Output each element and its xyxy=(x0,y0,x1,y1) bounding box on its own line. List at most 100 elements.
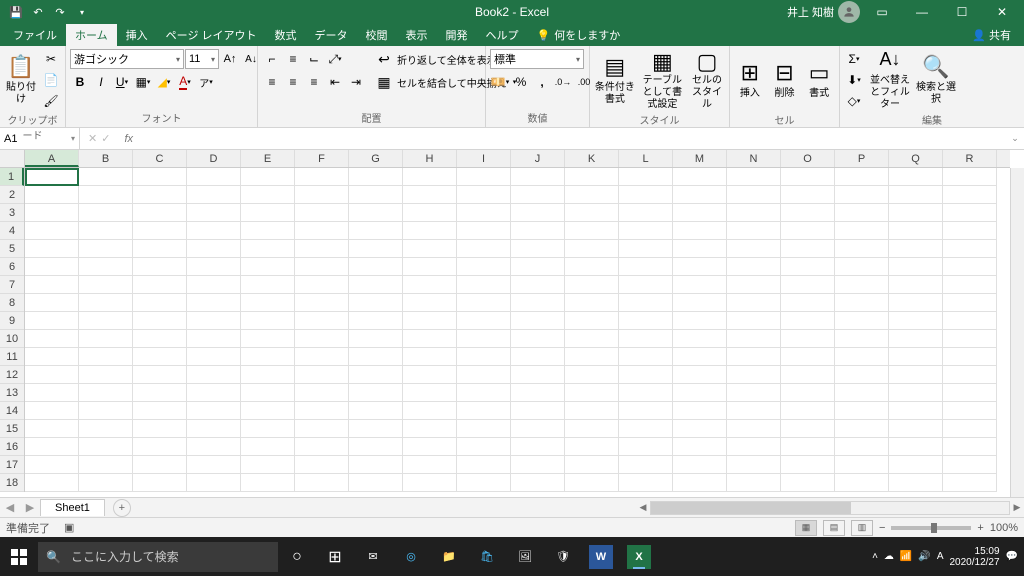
macro-record-icon[interactable]: ▣ xyxy=(64,521,74,534)
cell[interactable] xyxy=(943,456,997,474)
cell[interactable] xyxy=(943,402,997,420)
cell[interactable] xyxy=(403,222,457,240)
cell[interactable] xyxy=(79,240,133,258)
border-icon[interactable]: ▦▾ xyxy=(133,72,153,92)
cell[interactable] xyxy=(673,258,727,276)
cell[interactable] xyxy=(187,276,241,294)
cell[interactable] xyxy=(727,240,781,258)
cell[interactable] xyxy=(457,420,511,438)
tab-tellme[interactable]: 💡何をしますか xyxy=(528,24,630,46)
cell[interactable] xyxy=(943,240,997,258)
format-painter-icon[interactable]: 🖌 xyxy=(41,91,61,111)
copy-icon[interactable]: 📄 xyxy=(41,70,61,90)
undo-icon[interactable]: ↶ xyxy=(28,2,48,22)
cell[interactable] xyxy=(565,420,619,438)
cell[interactable] xyxy=(241,438,295,456)
cell[interactable] xyxy=(295,348,349,366)
row-header[interactable]: 4 xyxy=(0,222,24,240)
cell[interactable] xyxy=(943,366,997,384)
increase-decimal-icon[interactable]: .0→ xyxy=(553,72,573,92)
cell[interactable] xyxy=(241,240,295,258)
cell[interactable] xyxy=(25,204,79,222)
cell[interactable] xyxy=(727,294,781,312)
cell[interactable] xyxy=(349,222,403,240)
cell[interactable] xyxy=(25,240,79,258)
cell[interactable] xyxy=(187,294,241,312)
cell[interactable] xyxy=(619,276,673,294)
cell[interactable] xyxy=(943,168,997,186)
tray-wifi-icon[interactable]: 📶 xyxy=(900,551,912,562)
cell[interactable] xyxy=(889,222,943,240)
row-header[interactable]: 16 xyxy=(0,438,24,456)
cell[interactable] xyxy=(565,348,619,366)
cell[interactable] xyxy=(565,312,619,330)
cell[interactable] xyxy=(295,204,349,222)
cell[interactable] xyxy=(673,456,727,474)
cell[interactable] xyxy=(25,456,79,474)
cell[interactable] xyxy=(511,276,565,294)
find-select-button[interactable]: 🔍検索と選択 xyxy=(916,49,956,111)
cell[interactable] xyxy=(943,276,997,294)
cell[interactable] xyxy=(511,222,565,240)
cell[interactable] xyxy=(79,348,133,366)
cell[interactable] xyxy=(835,204,889,222)
cell[interactable] xyxy=(457,222,511,240)
cell[interactable] xyxy=(457,456,511,474)
cell[interactable] xyxy=(79,402,133,420)
column-header[interactable]: L xyxy=(619,150,673,167)
tray-volume-icon[interactable]: 🔊 xyxy=(918,551,930,562)
clock[interactable]: 15:092020/12/27 xyxy=(949,546,999,568)
cell[interactable] xyxy=(781,312,835,330)
delete-cells-button[interactable]: ⊟削除 xyxy=(769,49,801,111)
cell[interactable] xyxy=(349,438,403,456)
cell[interactable] xyxy=(241,384,295,402)
cell[interactable] xyxy=(889,258,943,276)
cell[interactable] xyxy=(133,294,187,312)
cell[interactable] xyxy=(187,168,241,186)
cell[interactable] xyxy=(403,456,457,474)
cell[interactable] xyxy=(241,474,295,492)
cell[interactable] xyxy=(133,384,187,402)
cell[interactable] xyxy=(673,312,727,330)
column-header[interactable]: J xyxy=(511,150,565,167)
cell[interactable] xyxy=(727,402,781,420)
qat-customize-icon[interactable]: ▾ xyxy=(72,2,92,22)
cell[interactable] xyxy=(889,348,943,366)
tab-dev[interactable]: 開発 xyxy=(437,24,477,46)
align-bottom-icon[interactable]: ⌙ xyxy=(304,49,324,69)
cell[interactable] xyxy=(403,366,457,384)
cell[interactable] xyxy=(403,294,457,312)
cell[interactable] xyxy=(403,312,457,330)
cell[interactable] xyxy=(25,312,79,330)
cell[interactable] xyxy=(511,186,565,204)
maximize-icon[interactable]: ☐ xyxy=(944,0,980,24)
cell[interactable] xyxy=(349,474,403,492)
cell[interactable] xyxy=(673,348,727,366)
cell[interactable] xyxy=(727,168,781,186)
cell[interactable] xyxy=(889,240,943,258)
cell[interactable] xyxy=(619,240,673,258)
cell[interactable] xyxy=(565,168,619,186)
cell[interactable] xyxy=(79,330,133,348)
cell[interactable] xyxy=(889,294,943,312)
cell[interactable] xyxy=(565,204,619,222)
cell[interactable] xyxy=(673,168,727,186)
align-center-icon[interactable]: ≡ xyxy=(283,72,303,92)
row-header[interactable]: 8 xyxy=(0,294,24,312)
cell[interactable] xyxy=(187,240,241,258)
cell[interactable] xyxy=(295,168,349,186)
row-header[interactable]: 17 xyxy=(0,456,24,474)
hscroll-left-icon[interactable]: ◀ xyxy=(636,502,650,513)
row-header[interactable]: 9 xyxy=(0,312,24,330)
phonetic-icon[interactable]: ア▾ xyxy=(196,72,216,92)
cell[interactable] xyxy=(79,168,133,186)
tab-nav-next-icon[interactable]: ▶ xyxy=(20,501,40,514)
cell[interactable] xyxy=(241,276,295,294)
cell[interactable] xyxy=(241,204,295,222)
cell[interactable] xyxy=(241,168,295,186)
tab-data[interactable]: データ xyxy=(306,24,357,46)
tab-nav-prev-icon[interactable]: ◀ xyxy=(0,501,20,514)
align-left-icon[interactable]: ≡ xyxy=(262,72,282,92)
cell[interactable] xyxy=(187,366,241,384)
cell[interactable] xyxy=(295,366,349,384)
